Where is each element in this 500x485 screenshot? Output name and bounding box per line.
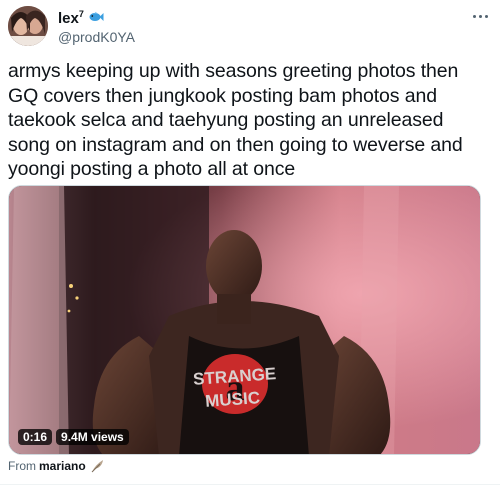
author-handle[interactable]: @prodK0YA — [58, 28, 135, 46]
avatar-image — [8, 6, 48, 46]
author-names: lex7 @prodK0YA — [58, 7, 135, 46]
fish-icon — [88, 11, 104, 23]
more-dots-icon[interactable] — [470, 8, 490, 24]
video-attribution: From mariano — [8, 459, 105, 473]
video-time: 0:16 — [18, 429, 53, 445]
attribution-prefix: From — [8, 459, 36, 473]
video-player[interactable]: a STRANGE MUSIC 0:16 9.4M views — [8, 185, 481, 455]
display-name-row: lex7 — [58, 5, 135, 28]
tweet: lex7 @prodK0YA armys keeping up with sea… — [0, 0, 500, 485]
video-frame: a STRANGE MUSIC — [9, 186, 480, 454]
tweet-text: armys keeping up with seasons greeting p… — [8, 60, 463, 180]
display-name[interactable]: lex7 — [58, 5, 84, 28]
video-views: 9.4M views — [56, 429, 129, 445]
display-name-suffix: 7 — [78, 9, 84, 19]
display-name-text: lex — [58, 10, 79, 27]
shirt-text-bottom: MUSIC — [205, 388, 261, 411]
tweet-header: lex7 @prodK0YA — [8, 6, 490, 50]
avatar[interactable] — [8, 6, 48, 46]
feather-icon — [91, 459, 105, 473]
video-badges: 0:16 9.4M views — [18, 429, 129, 445]
attribution-source[interactable]: mariano — [39, 459, 86, 473]
